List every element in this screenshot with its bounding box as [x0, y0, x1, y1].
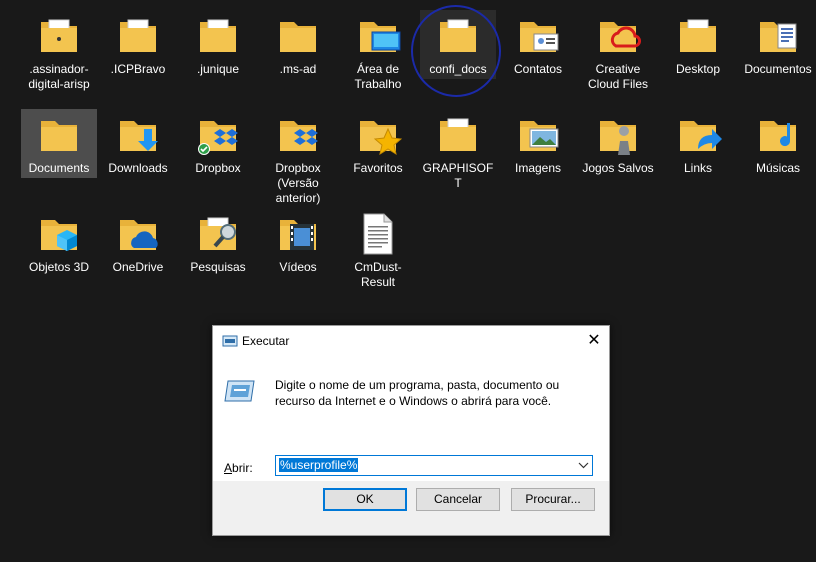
documents-folder-icon	[760, 22, 797, 52]
folder-icon	[280, 22, 316, 52]
browse-button[interactable]: Procurar...	[511, 488, 595, 511]
folder-icon	[41, 121, 77, 151]
open-input-value[interactable]: %userprofile%	[279, 458, 359, 472]
open-label: Abrir:	[224, 461, 253, 475]
videos-folder-icon	[280, 220, 316, 250]
desktop-icon-grid: .assinador-digital-arisp .ICPBravo .juni…	[0, 0, 816, 320]
dialog-footer: OK Cancelar Procurar...	[213, 481, 609, 535]
folder-label: Dropbox	[195, 161, 241, 175]
folder-item-onedrive[interactable]: OneDrive	[100, 208, 176, 275]
folder-label: Objetos 3D	[28, 260, 90, 274]
folder-label: Creative Cloud Files	[587, 62, 649, 91]
creative-cloud-folder-icon	[600, 22, 642, 52]
folder-label: Links	[683, 161, 712, 175]
file-item-cmdust-result[interactable]: CmDust-Result	[340, 208, 416, 290]
folder-item-links[interactable]: Links	[660, 109, 736, 176]
contacts-folder-icon	[520, 22, 559, 52]
pictures-folder-icon	[520, 121, 559, 151]
folder-item-ms-ad[interactable]: .ms-ad	[260, 10, 336, 77]
onedrive-folder-icon	[120, 220, 158, 250]
folder-document-icon	[41, 19, 77, 52]
text-file-icon	[363, 213, 393, 255]
folder-label: .ICPBravo	[110, 62, 166, 76]
folder-label: .ms-ad	[279, 62, 317, 76]
folder-label: Músicas	[755, 161, 800, 175]
folder-label: Contatos	[513, 62, 563, 76]
folder-label: Documentos	[744, 62, 812, 76]
folder-item-assinador[interactable]: .assinador-digital-arisp	[21, 10, 97, 92]
folder-label: Documents	[28, 161, 90, 175]
folder-item-desktop[interactable]: Desktop	[660, 10, 736, 77]
folder-item-jogos-salvos[interactable]: Jogos Salvos	[580, 109, 656, 176]
file-label: CmDust-Result	[354, 260, 402, 289]
saved-games-folder-icon	[600, 121, 636, 155]
run-icon	[224, 380, 255, 402]
chevron-down-icon[interactable]	[578, 460, 589, 471]
folder-item-documents[interactable]: Documents	[21, 109, 97, 178]
run-dialog: Executar ✕ Digite o nome de um programa,…	[212, 325, 610, 536]
folder-item-junique[interactable]: .junique	[180, 10, 256, 77]
folder-label: Vídeos	[279, 260, 317, 274]
folder-item-contatos[interactable]: Contatos	[500, 10, 576, 77]
folder-item-creative-cloud[interactable]: Creative Cloud Files	[580, 10, 656, 92]
folder-item-downloads[interactable]: Downloads	[100, 109, 176, 176]
folder-icon	[440, 19, 476, 52]
3d-objects-folder-icon	[41, 220, 77, 251]
folder-icon	[680, 19, 716, 52]
folder-label: Área de Trabalho	[354, 62, 402, 91]
folder-item-musicas[interactable]: Músicas	[740, 109, 816, 176]
cancel-button[interactable]: Cancelar	[416, 488, 500, 511]
folder-item-pesquisas[interactable]: Pesquisas	[180, 208, 256, 275]
folder-icon	[200, 19, 236, 52]
folder-label: confi_docs	[429, 62, 487, 76]
folder-label: Dropbox (Versão anterior)	[275, 161, 321, 205]
folder-item-documentos[interactable]: Documentos	[740, 10, 816, 77]
folder-label: Imagens	[514, 161, 562, 175]
folder-item-icpbravo[interactable]: .ICPBravo	[100, 10, 176, 77]
links-folder-icon	[680, 121, 722, 151]
ok-button[interactable]: OK	[323, 488, 407, 511]
folder-label: .assinador-digital-arisp	[28, 62, 90, 91]
dialog-titlebar[interactable]: Executar ✕	[213, 326, 609, 356]
folder-item-confi-docs[interactable]: confi_docs	[420, 10, 496, 79]
dropbox-folder-icon	[280, 121, 318, 151]
downloads-folder-icon	[120, 121, 158, 151]
dialog-description: Digite o nome de um programa, pasta, doc…	[275, 378, 560, 408]
open-combobox[interactable]: %userprofile%	[275, 455, 593, 476]
searches-folder-icon	[200, 217, 236, 250]
dialog-body: Digite o nome de um programa, pasta, doc…	[213, 356, 609, 481]
folder-icon	[440, 118, 476, 151]
folder-item-objetos-3d[interactable]: Objetos 3D	[21, 208, 97, 275]
folder-label: Jogos Salvos	[582, 161, 654, 175]
folder-item-dropbox[interactable]: Dropbox	[180, 109, 256, 176]
folder-item-dropbox-anterior[interactable]: Dropbox (Versão anterior)	[260, 109, 336, 206]
folder-label: OneDrive	[112, 260, 164, 274]
dialog-title: Executar	[242, 334, 290, 348]
run-icon	[222, 335, 238, 347]
folder-label: Downloads	[108, 161, 168, 175]
folder-label: Favoritos	[353, 161, 403, 175]
folder-item-imagens[interactable]: Imagens	[500, 109, 576, 176]
folder-item-graphisoft[interactable]: GRAPHISOFT	[420, 109, 496, 191]
desktop-folder-icon	[360, 22, 401, 52]
favorites-folder-icon	[360, 121, 402, 156]
folder-label: GRAPHISOFT	[422, 161, 494, 190]
folder-item-area-de-trabalho[interactable]: Área de Trabalho	[340, 10, 416, 92]
folder-label: .junique	[196, 62, 240, 76]
dropbox-folder-icon	[198, 121, 238, 155]
close-icon[interactable]: ✕	[579, 326, 609, 356]
music-folder-icon	[760, 121, 796, 151]
folder-item-favoritos[interactable]: Favoritos	[340, 109, 416, 176]
folder-label: Pesquisas	[190, 260, 246, 274]
folder-item-videos[interactable]: Vídeos	[260, 208, 336, 275]
folder-label: Desktop	[675, 62, 721, 76]
folder-icon	[120, 19, 156, 52]
